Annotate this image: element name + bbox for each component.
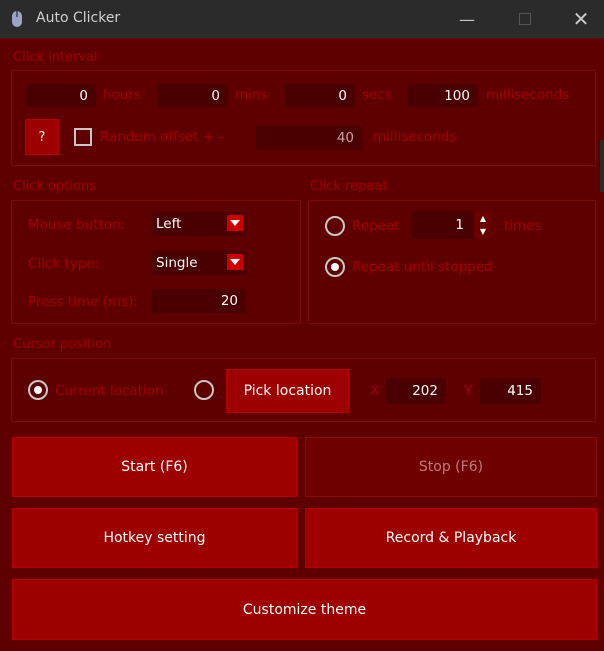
click-type-value: Single xyxy=(156,255,198,271)
random-offset-checkbox[interactable] xyxy=(74,128,92,146)
mouse-button-label: Mouse button: xyxy=(28,217,126,233)
random-offset-unit: milliseconds xyxy=(373,129,457,145)
minimize-button[interactable]: — xyxy=(438,0,496,38)
repeat-label: Repeat xyxy=(352,218,400,234)
minimize-icon: — xyxy=(459,9,475,29)
spin-down-icon[interactable]: ▼ xyxy=(474,225,492,238)
repeat-spinner[interactable]: ▲ ▼ xyxy=(474,212,492,238)
title-bar[interactable]: Auto Clicker — ✕ xyxy=(0,0,604,38)
stop-button[interactable]: Stop (F6) xyxy=(305,437,597,497)
secs-label: secs xyxy=(362,87,392,103)
press-time-label: Press time (ms): xyxy=(28,294,138,310)
milliseconds-label: milliseconds xyxy=(486,87,570,103)
mouse-button-select[interactable]: Left xyxy=(152,212,246,236)
mins-input[interactable]: 0 xyxy=(158,84,228,107)
start-button[interactable]: Start (F6) xyxy=(12,437,297,497)
spin-up-icon[interactable]: ▲ xyxy=(474,212,492,225)
cursor-position-title: Cursor position xyxy=(13,337,112,352)
click-interval-title: Click interval xyxy=(13,50,98,65)
y-coordinate-input[interactable]: 415 xyxy=(480,378,541,404)
repeat-radio[interactable] xyxy=(325,216,345,236)
record-playback-button[interactable]: Record & Playback xyxy=(305,508,597,568)
chevron-down-icon xyxy=(227,254,243,270)
random-offset-input[interactable]: 40 xyxy=(256,126,362,150)
customize-theme-button[interactable]: Customize theme xyxy=(12,579,597,640)
x-label: X xyxy=(370,383,380,399)
hotkey-setting-button[interactable]: Hotkey setting xyxy=(12,508,297,568)
pick-location-radio[interactable] xyxy=(194,380,214,400)
chevron-down-icon xyxy=(227,215,243,231)
mouse-button-value: Left xyxy=(156,216,182,232)
hours-label: hours xyxy=(103,87,141,103)
click-type-select[interactable]: Single xyxy=(152,251,246,275)
click-repeat-title: Click repeat xyxy=(310,179,388,194)
click-type-label: Click type: xyxy=(28,256,100,272)
x-coordinate-input[interactable]: 202 xyxy=(386,378,446,404)
mouse-icon xyxy=(12,11,22,27)
repeat-until-stopped-label: Repeat until stopped xyxy=(352,259,493,275)
milliseconds-input[interactable]: 100 xyxy=(408,84,478,107)
random-offset-label: Random offset + - xyxy=(100,129,224,145)
close-icon: ✕ xyxy=(572,7,590,31)
close-button[interactable]: ✕ xyxy=(552,0,604,38)
hours-input[interactable]: 0 xyxy=(25,84,96,107)
secs-input[interactable]: 0 xyxy=(285,84,355,107)
pick-location-button[interactable]: Pick location xyxy=(226,369,349,413)
mins-label: mins xyxy=(235,87,268,103)
maximize-button[interactable] xyxy=(496,0,554,38)
window-title: Auto Clicker xyxy=(36,10,121,26)
click-options-title: Click options xyxy=(13,179,96,194)
maximize-icon xyxy=(519,13,531,25)
repeat-until-stopped-radio[interactable] xyxy=(325,257,345,277)
current-location-label: Current location xyxy=(55,383,164,399)
repeat-count-input[interactable]: 1 xyxy=(412,211,474,239)
y-label: Y xyxy=(464,383,473,399)
help-button[interactable]: ? xyxy=(25,119,59,155)
current-location-radio[interactable] xyxy=(28,380,48,400)
scrollbar[interactable] xyxy=(600,140,604,192)
times-label: times xyxy=(504,218,542,234)
press-time-input[interactable]: 20 xyxy=(152,289,246,313)
